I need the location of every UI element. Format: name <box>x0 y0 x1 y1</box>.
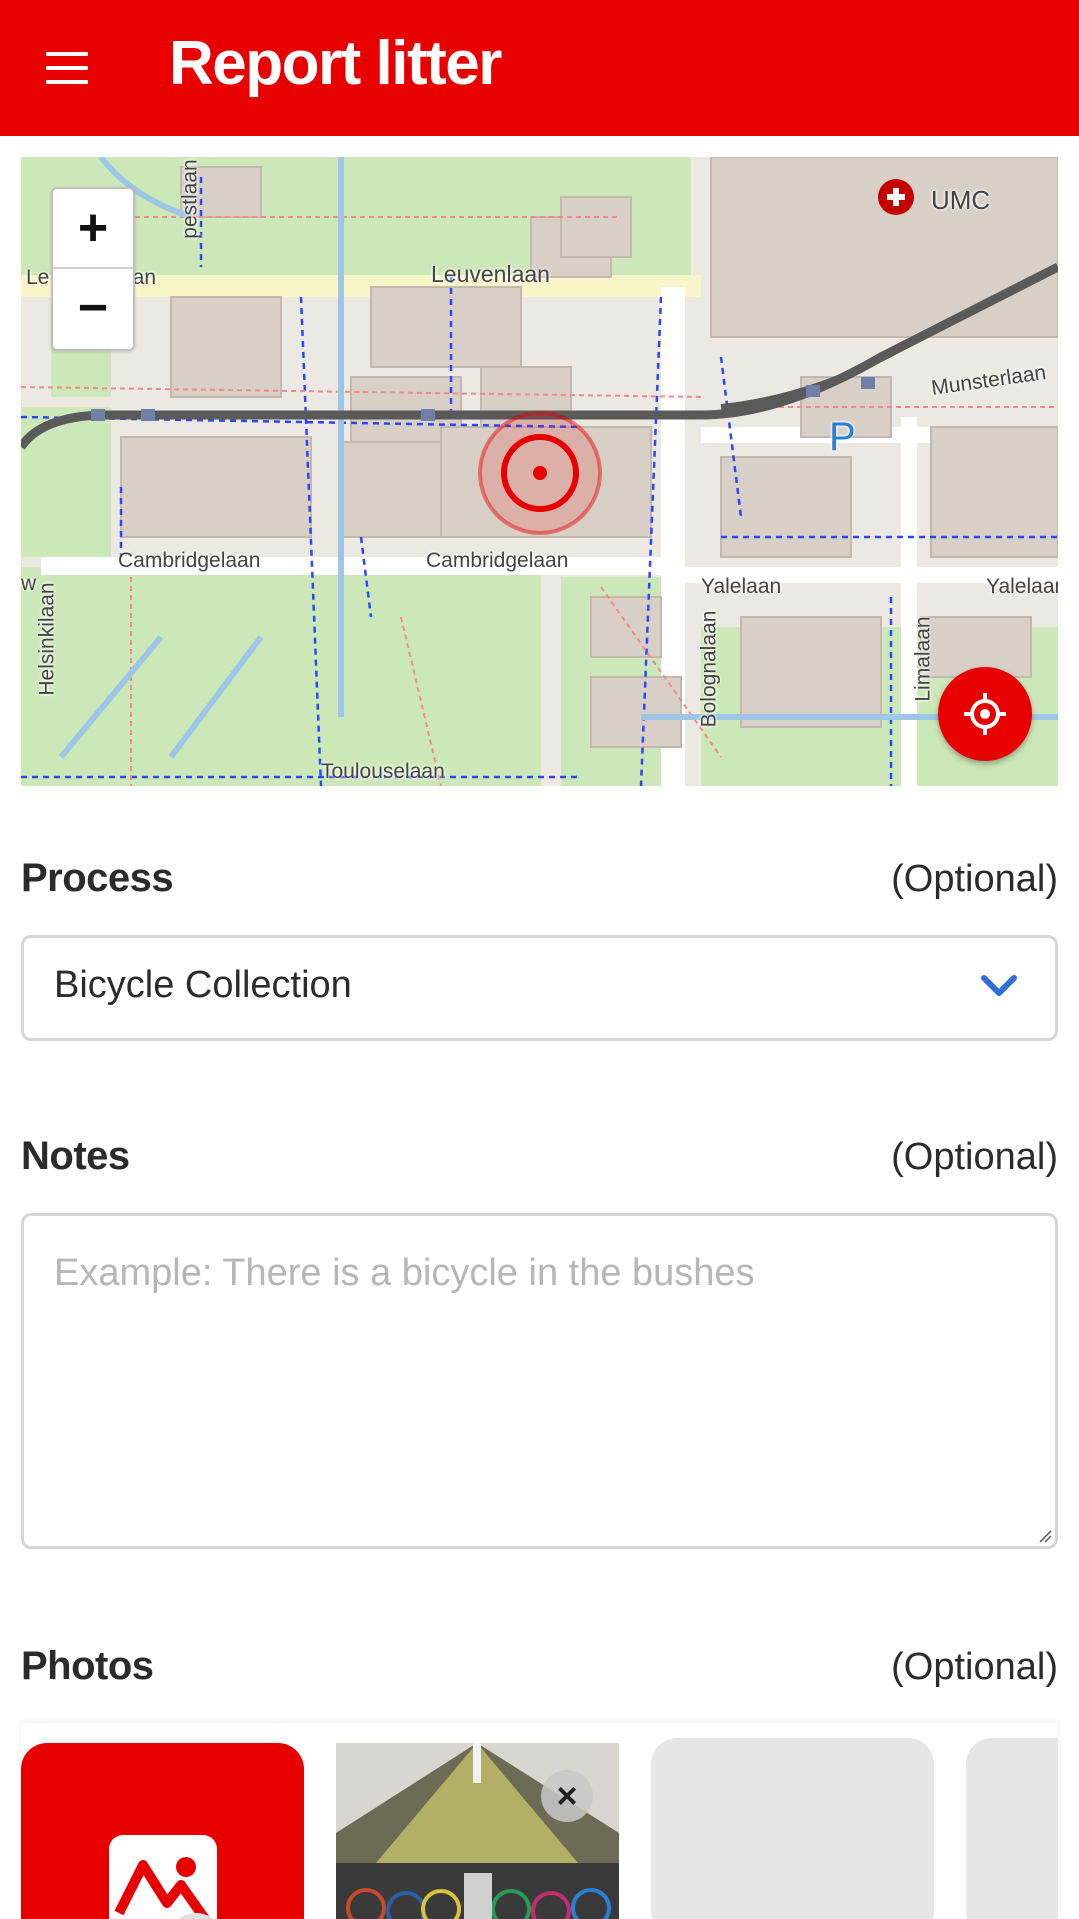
street-label: Bolognalaan <box>697 610 721 728</box>
resize-grip-icon[interactable] <box>1038 1529 1052 1543</box>
photo-thumbnail[interactable] <box>336 1743 619 1919</box>
chevron-down-icon <box>981 975 1017 996</box>
remove-photo-button[interactable]: × <box>541 1770 593 1822</box>
page-title: Report litter <box>169 29 502 98</box>
locate-button[interactable] <box>938 667 1032 761</box>
photos-optional-label: (Optional) <box>891 1646 1058 1688</box>
map-tiles <box>21 157 1058 786</box>
zoom-out-button[interactable]: − <box>53 269 133 347</box>
street-label: Le <box>26 266 50 289</box>
bicycle-photo <box>336 1743 619 1919</box>
process-select[interactable]: Bicycle Collection <box>21 935 1058 1041</box>
street-label: Yalelaan <box>701 575 782 598</box>
notes-label: Notes <box>21 1134 130 1178</box>
street-label: Leuvenlaan <box>431 261 550 287</box>
map[interactable]: Leuvenlaan Le aan Cambridgelaan Cambridg… <box>21 157 1058 786</box>
notes-placeholder: Example: There is a bicycle in the bushe… <box>54 1252 755 1294</box>
zoom-control: + − <box>51 187 135 351</box>
add-image-icon <box>109 1835 217 1919</box>
photo-placeholder <box>651 1738 934 1919</box>
notes-optional-label: (Optional) <box>891 1136 1058 1178</box>
process-selected-value: Bicycle Collection <box>54 964 352 1006</box>
photos-strip[interactable] <box>21 1723 1058 1919</box>
notes-textarea[interactable]: Example: There is a bicycle in the bushe… <box>21 1213 1058 1549</box>
street-label: Limalaan <box>911 616 935 702</box>
street-label: pestlaan <box>178 159 202 239</box>
street-label: w <box>21 572 37 595</box>
location-marker-icon <box>478 411 602 535</box>
process-optional-label: (Optional) <box>891 858 1058 900</box>
photos-label: Photos <box>21 1644 154 1688</box>
street-label: Helsinkilaan <box>35 582 59 696</box>
crosshair-icon <box>964 693 1006 735</box>
zoom-in-button[interactable]: + <box>53 189 133 269</box>
street-label: Cambridgelaan <box>118 549 261 572</box>
street-label: Yalelaan <box>986 575 1058 598</box>
process-label: Process <box>21 856 174 900</box>
add-photo-button[interactable] <box>21 1743 304 1919</box>
app-bar: Report litter <box>0 0 1079 136</box>
parking-label: P <box>829 415 856 459</box>
hamburger-menu-icon[interactable] <box>36 44 100 92</box>
street-label: Cambridgelaan <box>426 549 569 572</box>
photo-placeholder <box>966 1738 1058 1919</box>
street-label: Toulouselaan <box>321 760 445 783</box>
poi-label: UMC <box>931 185 991 215</box>
